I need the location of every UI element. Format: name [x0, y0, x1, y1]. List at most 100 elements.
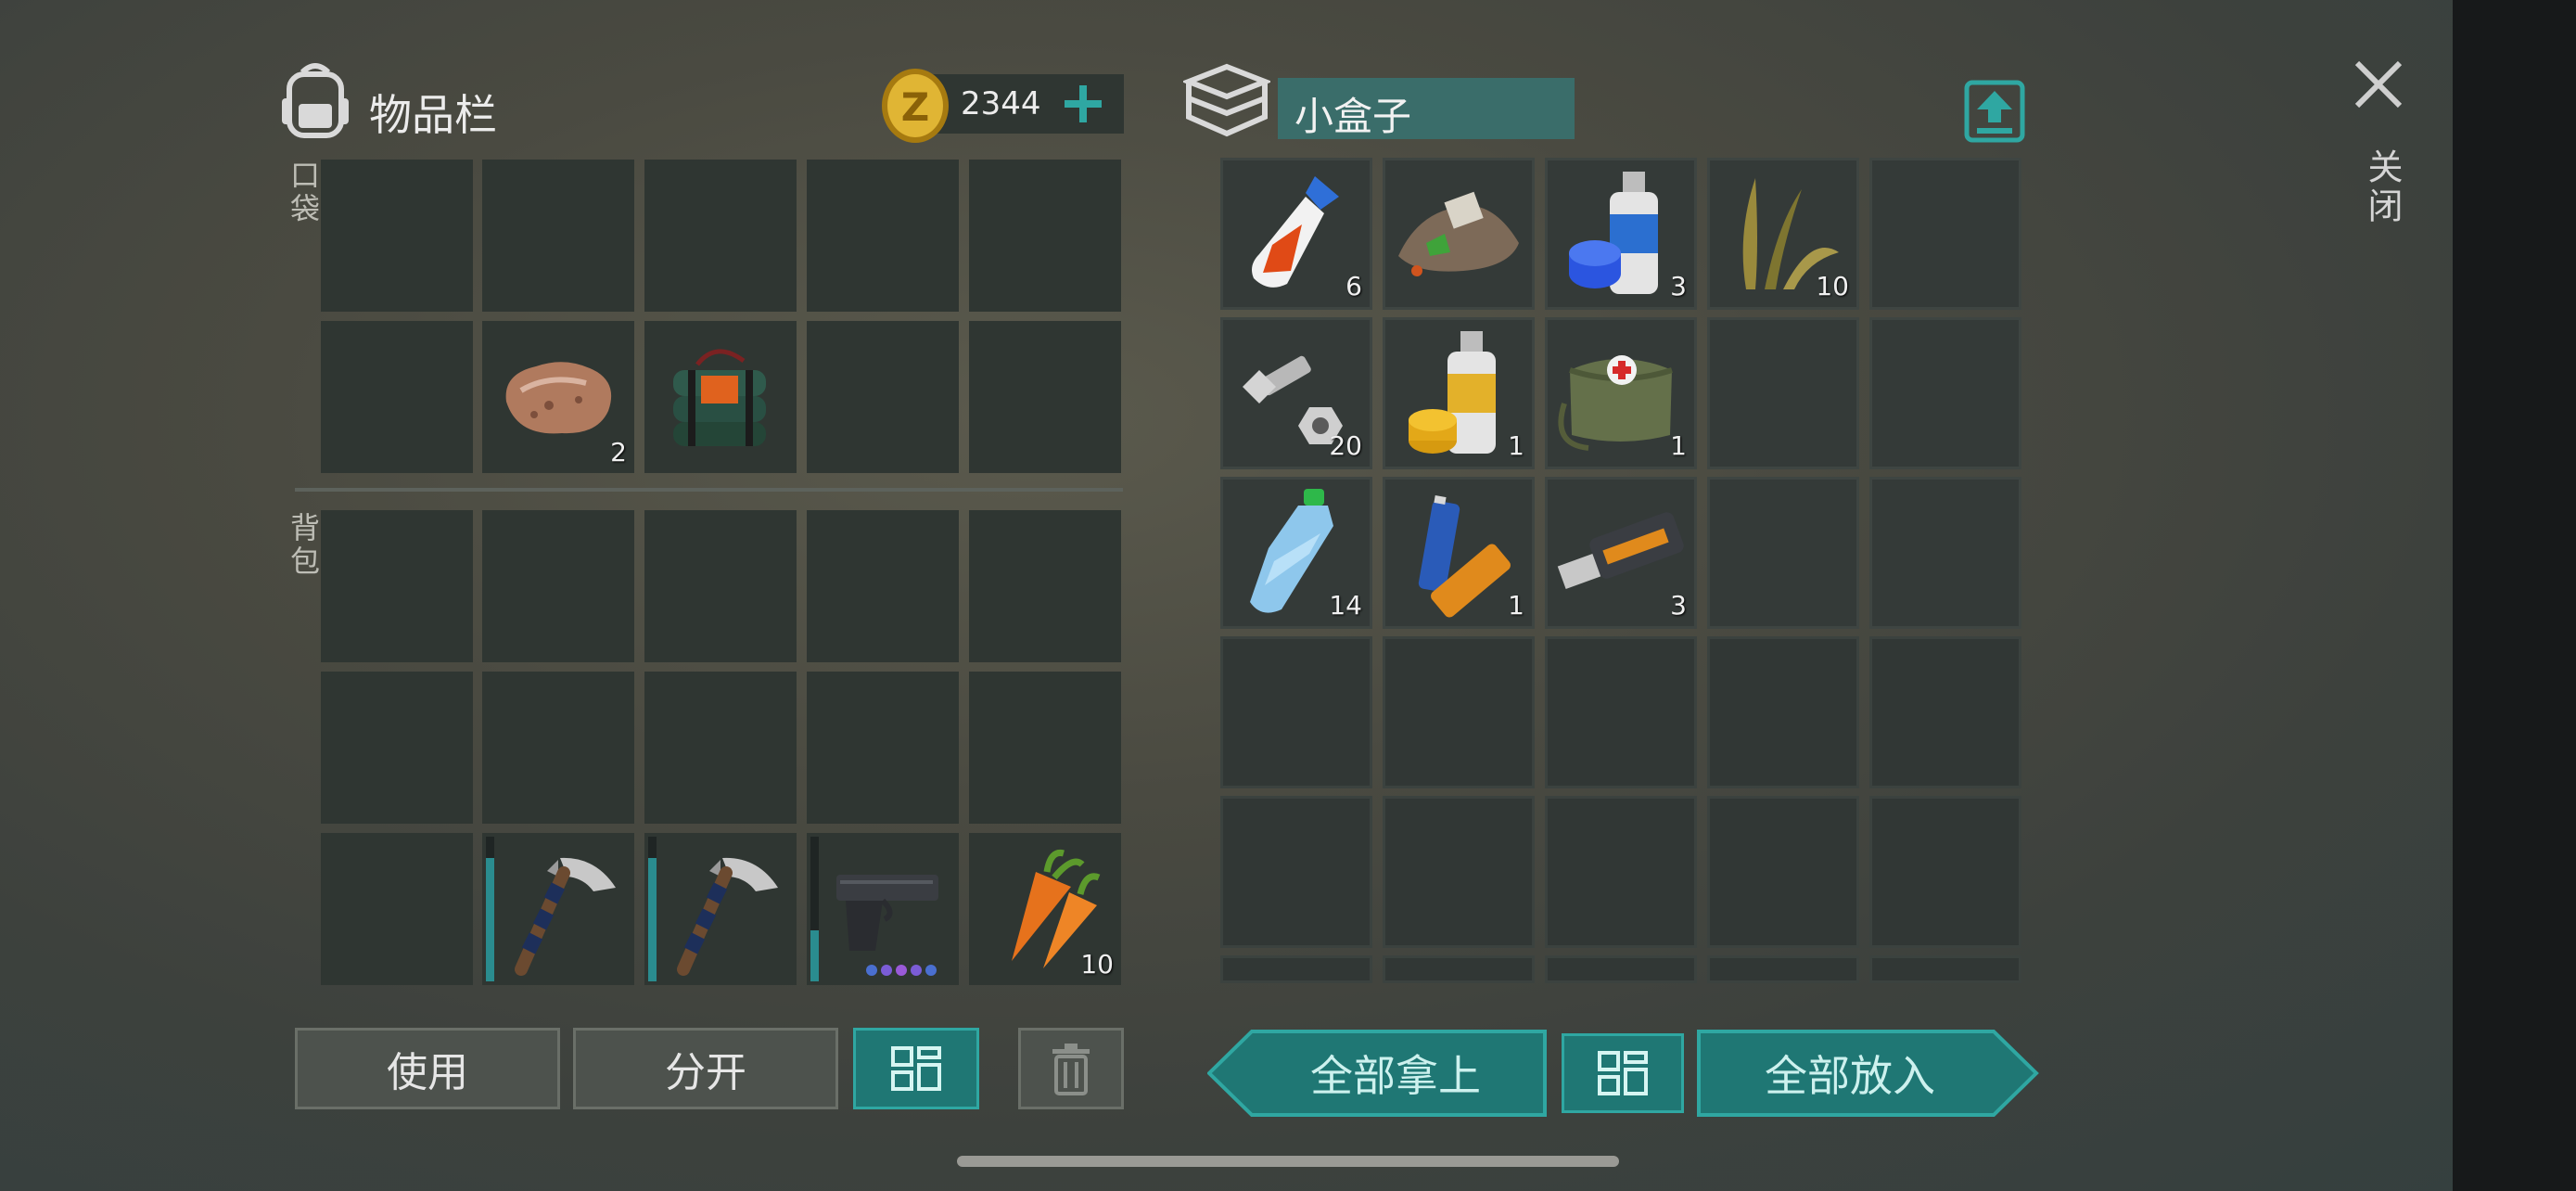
container-slot[interactable]: 1	[1383, 317, 1535, 469]
backpack-slot[interactable]	[321, 833, 473, 985]
durability-bar	[486, 837, 494, 981]
sort-container-button[interactable]	[1562, 1033, 1684, 1113]
container-slot[interactable]	[1707, 317, 1859, 469]
item-quantity: 1	[1670, 430, 1687, 461]
grid-sort-icon	[1597, 1050, 1649, 1096]
backpack-slot[interactable]: 10	[969, 833, 1121, 985]
pickaxe-icon	[482, 833, 634, 985]
add-coins-button[interactable]	[1061, 82, 1105, 126]
pocket-slot[interactable]	[969, 160, 1121, 312]
container-slot[interactable]	[1869, 158, 2021, 310]
container-slot[interactable]	[1869, 636, 2021, 788]
close-label[interactable]: 关闭	[2357, 148, 2408, 226]
container-slot[interactable]: 20	[1220, 317, 1372, 469]
container-slot[interactable]	[1220, 955, 1372, 983]
container-slot[interactable]: 14	[1220, 477, 1372, 629]
container-slot[interactable]	[1545, 955, 1697, 983]
container-slot[interactable]: 1	[1545, 317, 1697, 469]
ammo-dot	[881, 965, 892, 976]
backpack-slot[interactable]	[482, 833, 634, 985]
container-slot[interactable]: 1	[1383, 477, 1535, 629]
container-slot[interactable]	[1707, 477, 1859, 629]
trash-button[interactable]	[1018, 1028, 1124, 1109]
pocket-slot[interactable]	[321, 160, 473, 312]
backpack-slot[interactable]	[644, 833, 797, 985]
take-all-label: 全部拿上	[1310, 1051, 1481, 1101]
container-slot[interactable]	[1545, 796, 1697, 948]
backpack-label: 背包	[286, 512, 321, 579]
container-slot[interactable]	[1383, 636, 1535, 788]
container-slot[interactable]: 6	[1220, 158, 1372, 310]
item-quantity: 3	[1670, 590, 1687, 621]
item-quantity: 1	[1508, 590, 1524, 621]
split-button[interactable]: 分开	[573, 1028, 838, 1109]
item-quantity: 10	[1816, 271, 1849, 301]
backpack-slot[interactable]	[321, 672, 473, 824]
pocket-slot[interactable]	[321, 321, 473, 473]
container-slot[interactable]	[1383, 955, 1535, 983]
pocket-slot[interactable]	[807, 160, 959, 312]
backpack-slot[interactable]	[321, 510, 473, 662]
use-button[interactable]: 使用	[295, 1028, 560, 1109]
pocket-slot[interactable]: 2	[482, 321, 634, 473]
backpack-slot[interactable]	[482, 672, 634, 824]
pocket-label: 口袋	[286, 160, 321, 226]
pocket-slot[interactable]	[482, 160, 634, 312]
container-slot[interactable]: 10	[1707, 158, 1859, 310]
put-all-button[interactable]: 全部放入	[1697, 1030, 2040, 1117]
trash-icon	[1051, 1042, 1091, 1095]
close-icon[interactable]	[2352, 58, 2405, 111]
container-slot[interactable]: 3	[1545, 158, 1697, 310]
container-slot[interactable]	[1220, 796, 1372, 948]
durability-bar	[648, 837, 657, 981]
container-slot[interactable]	[1869, 477, 2021, 629]
put-all-label: 全部放入	[1765, 1051, 1935, 1101]
backpack-slot[interactable]	[644, 672, 797, 824]
backpack-slot[interactable]	[644, 510, 797, 662]
inventory-title: 物品栏	[369, 90, 497, 140]
backpack-slot[interactable]	[807, 672, 959, 824]
svg-text:Z: Z	[901, 84, 929, 130]
item-quantity: 14	[1329, 590, 1362, 621]
pocket-slot[interactable]	[644, 160, 797, 312]
item-quantity: 6	[1345, 271, 1362, 301]
ammo-indicator	[866, 965, 937, 976]
container-slot[interactable]	[1707, 955, 1859, 983]
backpack-slot[interactable]	[807, 833, 959, 985]
container-slot[interactable]	[1383, 796, 1535, 948]
pickaxe-icon	[644, 833, 797, 985]
scrap-pile-icon	[1385, 160, 1532, 307]
backpack-slot[interactable]	[807, 510, 959, 662]
container-slot[interactable]	[1383, 158, 1535, 310]
backpack-slot[interactable]	[969, 672, 1121, 824]
container-slot[interactable]: 3	[1545, 477, 1697, 629]
durability-bar	[810, 837, 819, 981]
pocket-slot[interactable]	[807, 321, 959, 473]
right-edge-panel	[2453, 0, 2576, 1191]
item-quantity: 10	[1080, 949, 1114, 980]
item-quantity: 20	[1329, 430, 1362, 461]
pocket-slot[interactable]	[969, 321, 1121, 473]
container-slot[interactable]	[1869, 955, 2021, 983]
container-slot[interactable]	[1707, 636, 1859, 788]
container-slot[interactable]	[1869, 317, 2021, 469]
upload-icon[interactable]	[1964, 80, 2025, 143]
backpack-slot[interactable]	[969, 510, 1121, 662]
take-all-button[interactable]: 全部拿上	[1207, 1030, 1547, 1117]
grid-sort-icon	[890, 1045, 942, 1092]
container-slot[interactable]	[1869, 796, 2021, 948]
container-slot[interactable]	[1220, 636, 1372, 788]
item-quantity: 3	[1670, 271, 1687, 301]
sort-inventory-button[interactable]	[853, 1028, 979, 1109]
container-slot[interactable]	[1707, 796, 1859, 948]
item-quantity: 2	[610, 437, 627, 467]
ammo-dot	[866, 965, 877, 976]
ammo-dot	[911, 965, 922, 976]
container-name-field[interactable]: 小盒子	[1278, 78, 1575, 139]
container-slot[interactable]	[1545, 636, 1697, 788]
section-divider	[295, 488, 1123, 492]
coin-icon: Z	[879, 67, 951, 145]
pocket-slot[interactable]	[644, 321, 797, 473]
home-indicator[interactable]	[957, 1156, 1619, 1167]
backpack-slot[interactable]	[482, 510, 634, 662]
